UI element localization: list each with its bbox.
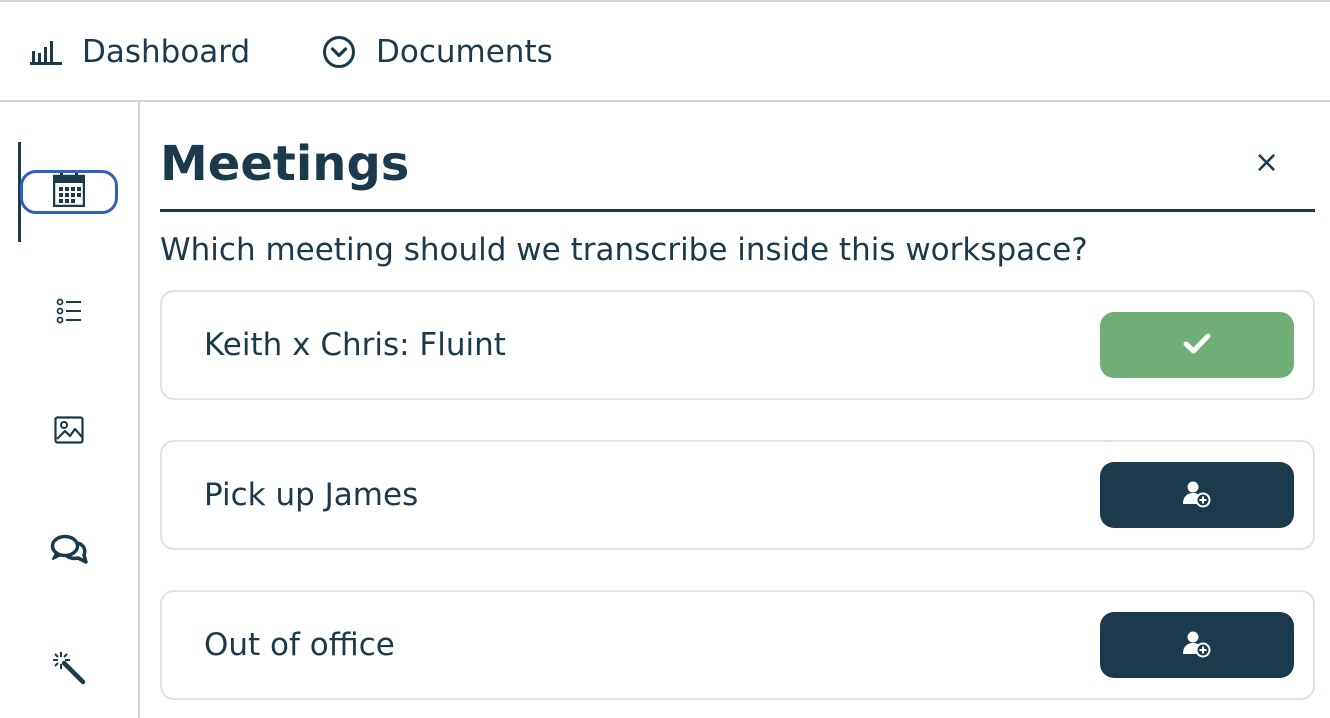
close-button[interactable]: × <box>1254 148 1279 178</box>
top-navigation: Dashboard Documents <box>0 0 1330 102</box>
sidebar-item-meetings[interactable] <box>20 170 118 214</box>
sidebar-item-list[interactable] <box>20 291 118 335</box>
chat-bubbles-icon <box>50 534 88 570</box>
meeting-item: Keith x Chris: Fluint <box>160 290 1315 400</box>
image-icon <box>54 416 84 448</box>
meetings-panel: Meetings × Which meeting should we trans… <box>160 102 1315 718</box>
calendar-icon <box>52 173 86 211</box>
list-icon <box>56 298 82 328</box>
meeting-name: Keith x Chris: Fluint <box>204 327 506 363</box>
meeting-item: Pick up James <box>160 440 1315 550</box>
nav-documents-label: Documents <box>376 34 553 70</box>
sidebar <box>0 102 140 718</box>
meeting-name: Out of office <box>204 627 395 663</box>
nav-documents[interactable]: Documents <box>322 2 553 102</box>
magic-wand-icon <box>52 651 86 689</box>
chevron-down-circle-icon <box>322 35 356 69</box>
sidebar-item-chat[interactable] <box>20 530 118 574</box>
panel-subtitle: Which meeting should we transcribe insid… <box>160 232 1088 268</box>
nav-dashboard-label: Dashboard <box>82 34 251 70</box>
bar-chart-icon <box>30 39 62 65</box>
title-divider <box>160 209 1315 212</box>
meeting-item: Out of office <box>160 590 1315 700</box>
add-user-icon <box>1182 630 1212 661</box>
nav-dashboard[interactable]: Dashboard <box>30 2 250 102</box>
page-title: Meetings <box>160 136 410 192</box>
sidebar-item-ai-tools[interactable] <box>20 648 118 692</box>
meeting-added-button[interactable] <box>1100 312 1294 378</box>
meeting-name: Pick up James <box>204 477 419 513</box>
add-meeting-button[interactable] <box>1100 612 1294 678</box>
sidebar-item-images[interactable] <box>20 410 118 454</box>
add-meeting-button[interactable] <box>1100 462 1294 528</box>
add-user-icon <box>1182 480 1212 511</box>
checkmark-icon <box>1183 333 1211 358</box>
